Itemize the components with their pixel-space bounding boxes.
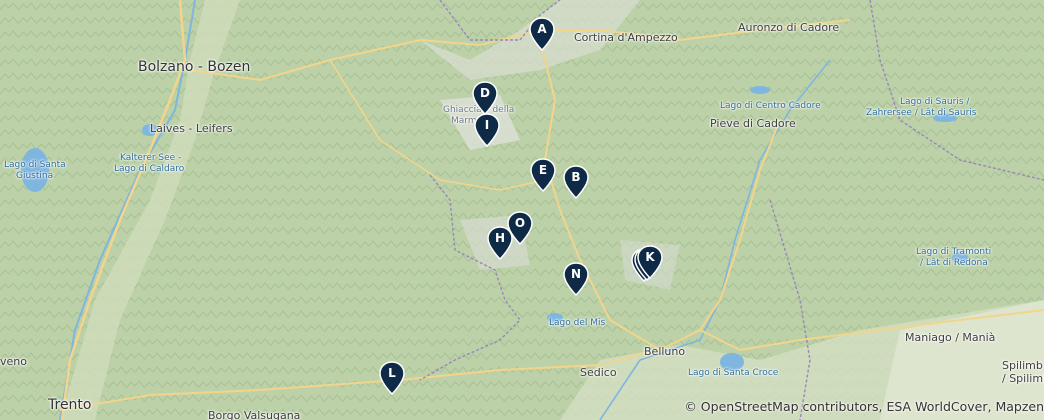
place-belluno: Belluno (644, 345, 686, 358)
lake-sauris-1: Lago di Sauris / (900, 97, 970, 107)
marker-n[interactable]: N (563, 262, 589, 296)
place-bolzano: Bolzano - Bozen (138, 59, 251, 75)
place-spilimbergo-1: Spilimb (1002, 359, 1043, 372)
marker-a[interactable]: A (529, 17, 555, 51)
place-spilimbergo-2: / Spilimb (1002, 372, 1044, 385)
place-trento: Trento (48, 397, 92, 413)
place-pieve: Pieve di Cadore (710, 117, 796, 130)
marker-label: E (538, 163, 548, 177)
lake-sauris-2: Zahrersee / Lât di Sauris (866, 108, 977, 118)
place-rovereto-fragment: veno (0, 355, 27, 368)
place-maniago: Maniago / Manià (905, 331, 996, 344)
lake-kalterer-2: Lago di Caldaro (114, 164, 185, 174)
marker-label: D (480, 86, 490, 100)
place-laives: Laives - Leifers (150, 122, 233, 135)
lake-santa-giustina-2: Giustina (16, 171, 54, 181)
marker-b[interactable]: B (563, 165, 589, 199)
marker-d[interactable]: D (472, 81, 498, 115)
map-attribution[interactable]: © OpenStreetMap contributors, ESA WorldC… (684, 399, 1044, 414)
lake-mis: Lago del Mis (549, 318, 606, 328)
marker-label: H (494, 231, 506, 245)
marker-label: K (645, 250, 655, 264)
marker-label: A (537, 22, 547, 36)
marker-label: B (571, 170, 581, 184)
place-sedico: Sedico (580, 366, 617, 379)
lake-tramonti-1: Lago di Tramonti (916, 247, 992, 257)
glacier-label-2: Marm (451, 116, 477, 126)
marker-i[interactable]: I (474, 113, 500, 147)
marker-label: I (484, 118, 490, 132)
marker-h[interactable]: H (487, 226, 513, 260)
map-canvas[interactable]: Bolzano - Bozen Trento Laives - Leifers … (0, 0, 1044, 420)
place-auronzo: Auronzo di Cadore (738, 21, 840, 34)
marker-e[interactable]: E (530, 158, 556, 192)
marker-l[interactable]: L (379, 361, 405, 395)
lake-kalterer-1: Kalterer See - (120, 153, 182, 163)
lake-santa-giustina-1: Lago di Santa (4, 160, 66, 170)
marker-k[interactable]: K (637, 245, 663, 279)
lake-tramonti-2: / Lât di Redona (920, 258, 988, 268)
marker-label: N (570, 267, 582, 281)
lake-centro-cadore: Lago di Centro Cadore (720, 101, 821, 111)
place-cortina: Cortina d'Ampezzo (574, 31, 678, 44)
lake-santa-croce: Lago di Santa Croce (688, 368, 779, 378)
marker-label: L (388, 366, 396, 380)
place-borgo: Borgo Valsugana (208, 409, 301, 420)
